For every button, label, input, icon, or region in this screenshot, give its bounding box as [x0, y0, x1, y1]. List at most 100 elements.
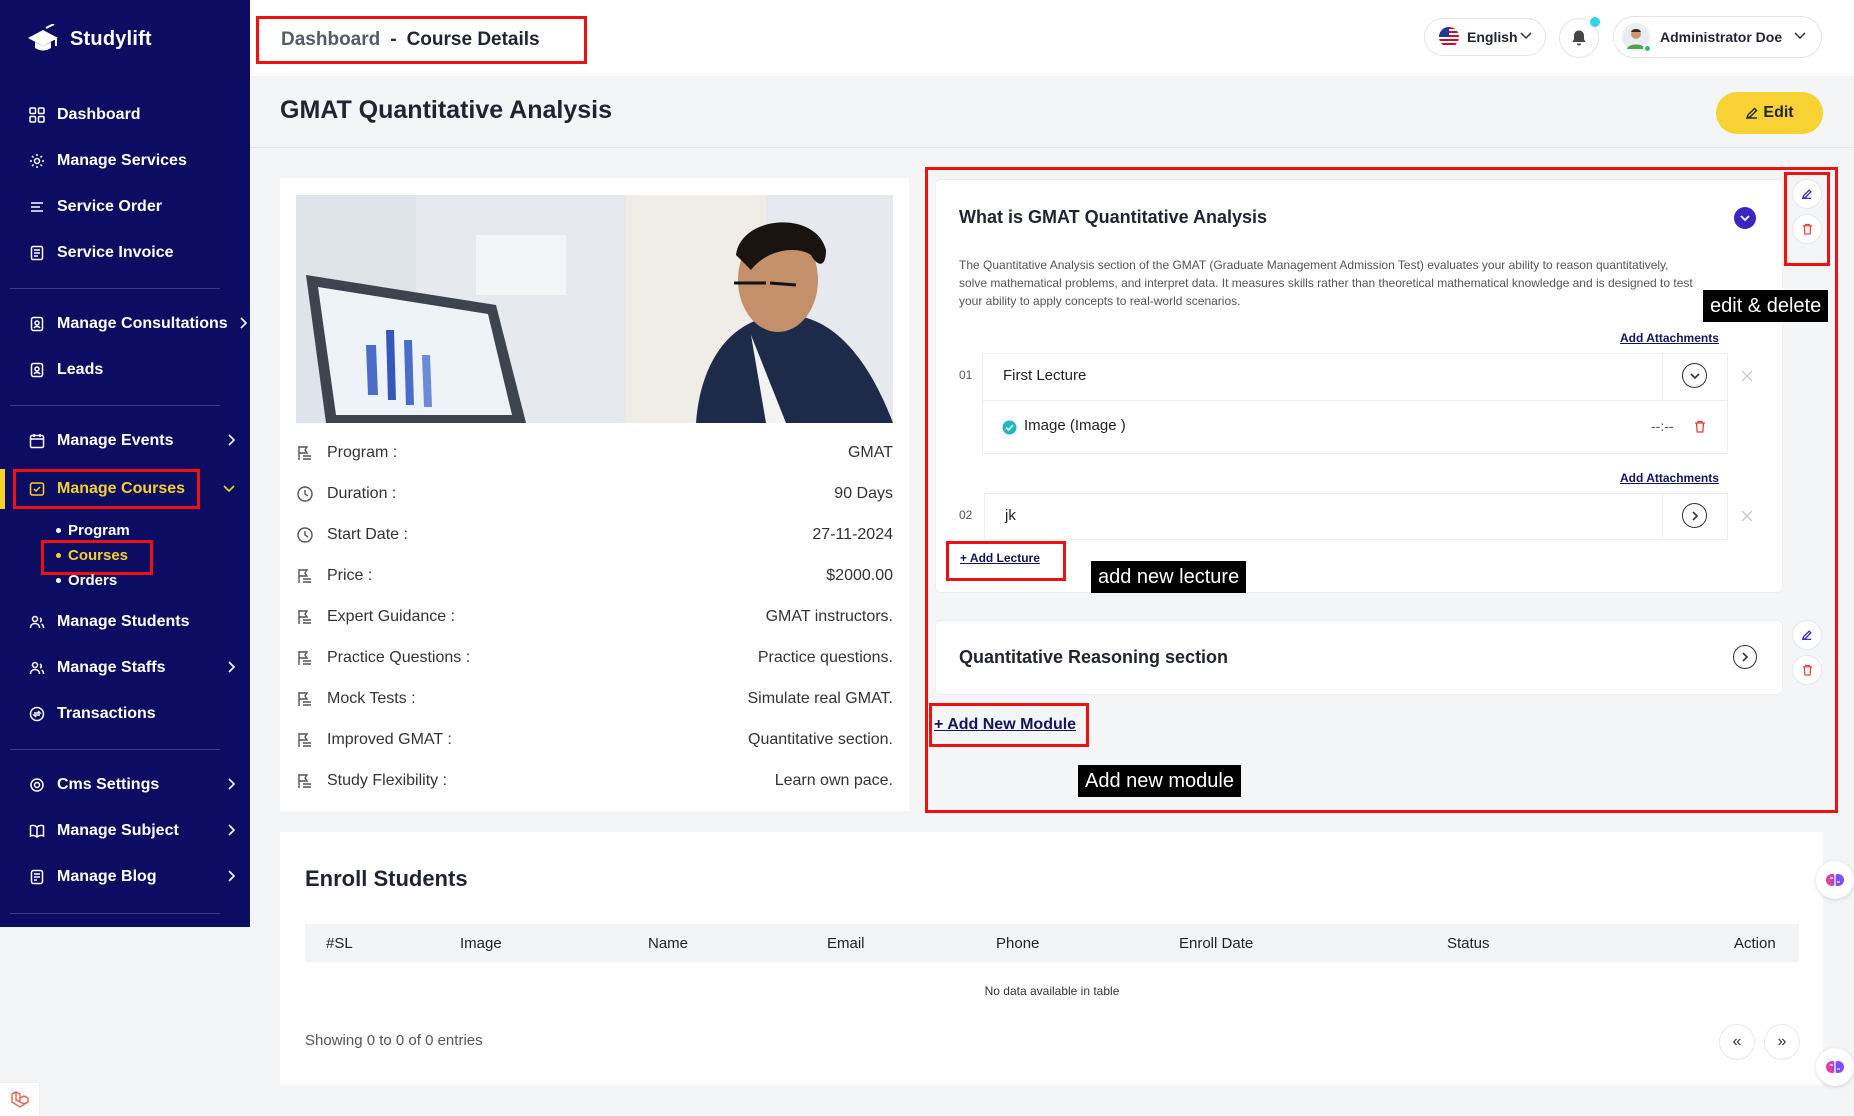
column-header[interactable]: #SL: [326, 935, 353, 952]
laravel-icon: [10, 1090, 29, 1108]
sidebar-item-label: Manage Events: [57, 432, 174, 449]
sidebar-item-leads[interactable]: Leads: [0, 350, 250, 390]
course-info-value: $2000.00: [826, 566, 893, 584]
sidebar-item-manage-subject[interactable]: Manage Subject: [0, 811, 250, 851]
brand-name: Studylift: [70, 27, 152, 50]
course-info-label: Program :: [327, 443, 398, 461]
course-info-value: 90 Days: [834, 484, 893, 502]
sidebar-item-manage-consultations[interactable]: Manage Consultations: [0, 304, 250, 344]
column-header[interactable]: Status: [1447, 935, 1490, 952]
next-page-button[interactable]: »: [1764, 1024, 1800, 1060]
sidebar-item-service-invoice[interactable]: Service Invoice: [0, 233, 250, 273]
chevron-right-icon: [228, 870, 236, 882]
document-list-icon: [298, 568, 311, 583]
course-info-label: Study Flexibility :: [327, 771, 448, 789]
sidebar-item-manage-events[interactable]: Manage Events: [0, 421, 250, 461]
bell-icon: [1572, 30, 1586, 46]
sidebar-subitem-orders[interactable]: Orders: [56, 572, 117, 589]
blog-icon: [28, 868, 46, 886]
bullet-icon: [56, 578, 61, 583]
document-list-icon: [298, 445, 311, 460]
course-info-value: Practice questions.: [757, 648, 893, 666]
sidebar-item-cms-settings[interactable]: Cms Settings: [0, 765, 250, 805]
clock-icon: [297, 526, 313, 543]
course-info-row: Expert Guidance : GMAT instructors.: [296, 596, 893, 637]
sidebar-item-label: Transactions: [57, 705, 156, 722]
sidebar-item-manage-students[interactable]: Manage Students: [0, 602, 250, 642]
course-info-row: Duration : 90 Days: [296, 473, 893, 514]
highlight-box: [41, 540, 153, 575]
course-cover-image: [296, 195, 893, 423]
sidebar-subitem-label: Program: [68, 522, 130, 539]
chevron-right-icon: [228, 824, 236, 836]
invoice-icon: [28, 244, 46, 262]
sidebar-item-label: Manage Services: [57, 152, 187, 169]
sidebar-subitem-program[interactable]: Program: [56, 522, 130, 539]
course-info-label: Practice Questions :: [327, 648, 471, 666]
column-header[interactable]: Email: [827, 935, 865, 952]
notification-dot: [1590, 17, 1600, 27]
assistant-button[interactable]: [1816, 861, 1854, 899]
sidebar-item-label: Service Invoice: [57, 244, 174, 261]
book-icon: [28, 822, 46, 840]
staff-icon: [28, 659, 46, 677]
course-info-label: Mock Tests :: [327, 689, 416, 707]
highlight-box: [13, 469, 200, 509]
course-info-label: Improved GMAT :: [327, 730, 452, 748]
course-info-row: Study Flexibility : Learn own pace.: [296, 760, 893, 801]
course-info-row: Mock Tests : Simulate real GMAT.: [296, 678, 893, 719]
course-info-label: Start Date :: [327, 525, 408, 543]
document-list-icon: [298, 691, 311, 706]
course-info-value: 27-11-2024: [812, 525, 893, 543]
assistant-button[interactable]: [1816, 1048, 1854, 1086]
grid-icon: [28, 106, 46, 124]
column-header[interactable]: Phone: [996, 935, 1039, 952]
sidebar-item-dashboard[interactable]: Dashboard: [0, 95, 250, 135]
debugbar-toggle[interactable]: [0, 1082, 40, 1116]
table-header: [305, 924, 1799, 962]
sidebar-item-service-order[interactable]: Service Order: [0, 187, 250, 227]
column-header[interactable]: Name: [648, 935, 688, 952]
avatar: [1622, 23, 1652, 53]
sidebar-item-transactions[interactable]: Transactions: [0, 694, 250, 734]
pencil-icon: [1746, 107, 1758, 120]
transactions-icon: [28, 705, 46, 723]
sidebar-item-label: Manage Students: [57, 613, 190, 630]
user-name: Administrator Doe: [1660, 29, 1783, 45]
brand-logo[interactable]: Studylift: [26, 24, 152, 54]
document-list-icon: [298, 732, 311, 747]
course-info-value: Quantitative section.: [748, 730, 893, 748]
gear-icon: [28, 152, 46, 170]
breadcrumb-root[interactable]: Dashboard: [281, 29, 380, 51]
chevron-down-icon: [1520, 32, 1532, 40]
breadcrumb-current: Course Details: [406, 29, 540, 50]
document-list-icon: [298, 650, 311, 665]
column-header[interactable]: Image: [460, 935, 502, 952]
chevron-right-icon: [228, 434, 236, 446]
calendar-icon: [28, 432, 46, 450]
language-selector[interactable]: English: [1424, 18, 1546, 56]
clock-icon: [297, 485, 313, 502]
notifications-button[interactable]: [1559, 17, 1600, 58]
course-info-row: Program : GMAT: [296, 432, 893, 473]
column-header[interactable]: Enroll Date: [1179, 935, 1253, 952]
sidebar-item-manage-staffs[interactable]: Manage Staffs: [0, 648, 250, 688]
course-info-value: GMAT instructors.: [765, 607, 893, 625]
user-menu[interactable]: Administrator Doe: [1613, 16, 1822, 58]
chevron-right-icon: [240, 317, 248, 329]
sidebar-item-manage-blog[interactable]: Manage Blog: [0, 857, 250, 897]
course-info-label: Price :: [327, 566, 373, 584]
document-list-icon: [298, 773, 311, 788]
brain-icon: [1826, 1061, 1844, 1073]
previous-page-button[interactable]: «: [1719, 1024, 1755, 1060]
sidebar: Studylift Dashboard Manage Services Serv…: [0, 0, 250, 927]
sidebar-item-label: Service Order: [57, 198, 162, 215]
sidebar-subitem-label: Orders: [68, 572, 118, 589]
sidebar-item-manage-services[interactable]: Manage Services: [0, 141, 250, 181]
chevron-down-icon: [223, 485, 235, 493]
chevron-right-icon: [228, 661, 236, 673]
sidebar-item-label: Leads: [57, 361, 104, 378]
column-header[interactable]: Action: [1734, 935, 1776, 952]
settings-icon: [28, 776, 46, 794]
edit-course-button[interactable]: Edit: [1716, 92, 1823, 134]
